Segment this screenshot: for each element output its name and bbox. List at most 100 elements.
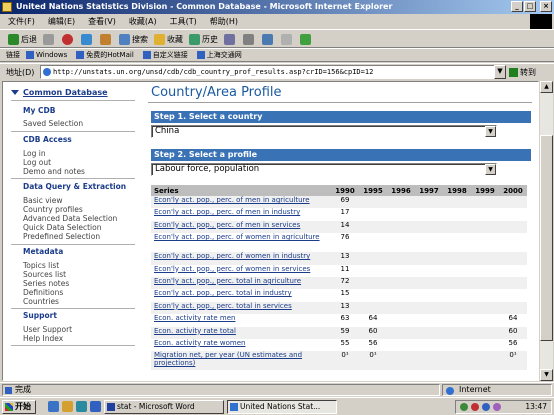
scroll-down-button[interactable]: ▼ xyxy=(540,369,553,381)
task-word[interactable]: stat - Microsoft Word xyxy=(104,400,224,414)
address-label: 地址(D) xyxy=(6,67,35,77)
mail-button[interactable] xyxy=(224,33,237,45)
link-hotmail[interactable]: 免费的HotMail xyxy=(76,50,134,60)
series-link[interactable]: Econ. activity rate total xyxy=(151,326,331,339)
menu-view[interactable]: 查看(V) xyxy=(88,16,116,27)
tray-antivirus-icon[interactable] xyxy=(471,403,479,411)
series-link[interactable]: Econ'ly act. pop., perc. of women in ser… xyxy=(151,264,331,277)
link-windows[interactable]: Windows xyxy=(26,51,67,59)
menu-file[interactable]: 文件(F) xyxy=(8,16,35,27)
go-button[interactable]: 转到 xyxy=(509,67,536,78)
sidebar-item-quick-selection[interactable]: Quick Data Selection xyxy=(23,223,101,232)
vertical-scrollbar[interactable]: ▲ ▼ xyxy=(540,81,553,381)
address-input[interactable]: http://unstats.un.org/unsd/cdb/cdb_count… xyxy=(40,65,496,79)
link-custom[interactable]: 自定义链接 xyxy=(142,50,188,60)
series-link[interactable]: Econ. activity rate men xyxy=(151,314,331,327)
scroll-thumb[interactable] xyxy=(540,135,553,341)
table-cell xyxy=(387,264,415,277)
outlook-quicklaunch-icon[interactable] xyxy=(62,401,73,412)
link-shanghai[interactable]: 上海交通网 xyxy=(196,50,242,60)
series-link[interactable]: Econ'ly act. pop., perc. total in servic… xyxy=(151,301,331,315)
series-link[interactable]: Econ'ly act. pop., perc. of men in agric… xyxy=(151,196,331,209)
sidebar-item-sources-list[interactable]: Sources list xyxy=(23,270,66,279)
favorites-button[interactable]: 收藏 xyxy=(154,33,183,45)
desktop-quicklaunch-icon[interactable] xyxy=(76,401,87,412)
page-icon xyxy=(76,51,85,59)
sidebar-item-definitions[interactable]: Definitions xyxy=(23,288,63,297)
series-link[interactable]: Econ'ly act. pop., perc. of men in servi… xyxy=(151,220,331,234)
table-cell xyxy=(359,252,387,265)
table-cell xyxy=(443,289,471,302)
maximize-button[interactable]: □ xyxy=(524,1,536,12)
ie-quicklaunch-icon[interactable] xyxy=(48,401,59,412)
sidebar-top-link[interactable]: Common Database xyxy=(11,88,108,97)
series-link[interactable]: Econ'ly act. pop., perc. total in indust… xyxy=(151,289,331,302)
sidebar-item-help-index[interactable]: Help Index xyxy=(23,334,63,343)
sidebar: Common Database My CDB Saved Selection C… xyxy=(3,82,138,380)
sidebar-item-series-notes[interactable]: Series notes xyxy=(23,279,69,288)
scroll-up-button[interactable]: ▲ xyxy=(540,81,553,93)
table-cell xyxy=(471,276,499,290)
tray-network-icon[interactable] xyxy=(460,403,468,411)
series-link[interactable]: Econ'ly act. pop., perc. of women in agr… xyxy=(151,233,331,253)
refresh-button[interactable] xyxy=(81,33,94,45)
sidebar-item-saved-selection[interactable]: Saved Selection xyxy=(23,119,83,128)
start-button[interactable]: 开始 xyxy=(2,400,36,414)
series-link[interactable]: Econ'ly act. pop., perc. total in agricu… xyxy=(151,276,331,290)
table-row: Econ. activity rate women 55 56 56 xyxy=(151,338,527,352)
stop-button[interactable] xyxy=(62,33,75,45)
sidebar-item-demo-notes[interactable]: Demo and notes xyxy=(23,167,85,176)
sidebar-item-advanced-selection[interactable]: Advanced Data Selection xyxy=(23,214,117,223)
sidebar-item-user-support[interactable]: User Support xyxy=(23,325,72,334)
series-link[interactable]: Econ'ly act. pop., perc. of women in ind… xyxy=(151,252,331,265)
series-link[interactable]: Econ'ly act. pop., perc. of men in indus… xyxy=(151,208,331,221)
back-button[interactable]: 后退 xyxy=(8,33,37,45)
sidebar-item-country-profiles[interactable]: Country profiles xyxy=(23,205,83,214)
country-select[interactable]: China ▼ xyxy=(151,125,497,138)
address-dropdown-button[interactable]: ▼ xyxy=(494,65,506,79)
tray-ime-icon[interactable] xyxy=(482,403,490,411)
table-cell xyxy=(415,351,443,371)
sidebar-item-topics-list[interactable]: Topics list xyxy=(23,261,59,270)
dropdown-arrow-icon[interactable]: ▼ xyxy=(485,164,496,175)
menu-favorites[interactable]: 收藏(A) xyxy=(129,16,157,27)
stop-icon xyxy=(62,33,73,45)
back-arrow-icon xyxy=(8,33,19,45)
discuss-button[interactable] xyxy=(281,33,294,45)
table-cell: 60 xyxy=(499,326,527,339)
word-quicklaunch-icon[interactable] xyxy=(90,401,101,412)
menu-tools[interactable]: 工具(T) xyxy=(170,16,197,27)
table-cell xyxy=(443,208,471,221)
forward-button[interactable] xyxy=(43,33,56,45)
menu-help[interactable]: 帮助(H) xyxy=(210,16,238,27)
home-button[interactable] xyxy=(100,33,113,45)
table-cell xyxy=(471,196,499,209)
history-button[interactable]: 历史 xyxy=(189,33,218,45)
divider xyxy=(11,178,135,179)
table-cell xyxy=(471,338,499,352)
table-cell xyxy=(387,338,415,352)
search-button[interactable]: 搜索 xyxy=(119,33,148,45)
series-link[interactable]: Migration net, per year (UN estimates an… xyxy=(151,351,331,371)
step2-header: Step 2. Select a profile xyxy=(151,149,531,161)
tray-volume-icon[interactable] xyxy=(493,403,501,411)
messenger-button[interactable] xyxy=(300,33,313,45)
print-button[interactable] xyxy=(243,33,256,45)
close-button[interactable]: × xyxy=(540,1,552,12)
sidebar-item-log-in[interactable]: Log in xyxy=(23,149,46,158)
table-cell xyxy=(471,264,499,277)
dropdown-arrow-icon[interactable]: ▼ xyxy=(485,126,496,137)
menu-edit[interactable]: 编辑(E) xyxy=(48,16,75,27)
table-cell xyxy=(499,301,527,315)
minimize-button[interactable]: _ xyxy=(511,1,523,12)
sidebar-item-basic-view[interactable]: Basic view xyxy=(23,196,63,205)
task-ie[interactable]: United Nations Stat... xyxy=(227,400,337,414)
table-cell: 17 xyxy=(331,208,359,221)
series-link[interactable]: Econ. activity rate women xyxy=(151,338,331,352)
sidebar-item-countries[interactable]: Countries xyxy=(23,297,59,306)
profile-select[interactable]: Labour force, population ▼ xyxy=(151,163,497,176)
window-title: United Nations Statistics Division - Com… xyxy=(16,2,393,11)
sidebar-item-predefined-selection[interactable]: Predefined Selection xyxy=(23,232,100,241)
edit-button[interactable] xyxy=(262,33,275,45)
sidebar-item-log-out[interactable]: Log out xyxy=(23,158,51,167)
